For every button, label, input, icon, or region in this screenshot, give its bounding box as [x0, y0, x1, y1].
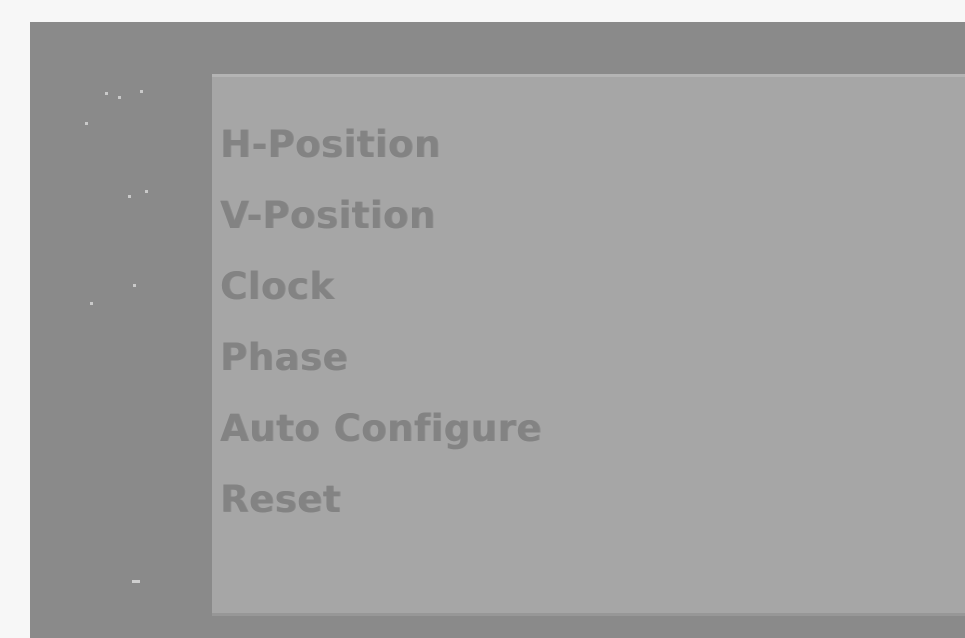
- icon-dot: [128, 195, 131, 198]
- icon-dash: [132, 580, 140, 583]
- icon-column: [30, 22, 210, 638]
- menu-item-v-position[interactable]: V-Position: [220, 192, 542, 263]
- icon-dot: [105, 92, 108, 95]
- icon-dot: [85, 122, 88, 125]
- icon-dot: [133, 284, 136, 287]
- menu-item-phase[interactable]: Phase: [220, 334, 542, 405]
- icon-dot: [140, 90, 143, 93]
- icon-dot: [118, 96, 121, 99]
- menu-item-h-position[interactable]: H-Position: [220, 121, 542, 192]
- osd-menu-panel: H-Position V-Position Clock Phase Auto C…: [212, 74, 965, 616]
- osd-window: H-Position V-Position Clock Phase Auto C…: [30, 22, 965, 638]
- menu-item-clock[interactable]: Clock: [220, 263, 542, 334]
- icon-dot: [145, 190, 148, 193]
- menu-item-auto-configure[interactable]: Auto Configure: [220, 405, 542, 476]
- osd-menu-list: H-Position V-Position Clock Phase Auto C…: [220, 121, 542, 547]
- menu-item-reset[interactable]: Reset: [220, 476, 542, 547]
- icon-dot: [90, 302, 93, 305]
